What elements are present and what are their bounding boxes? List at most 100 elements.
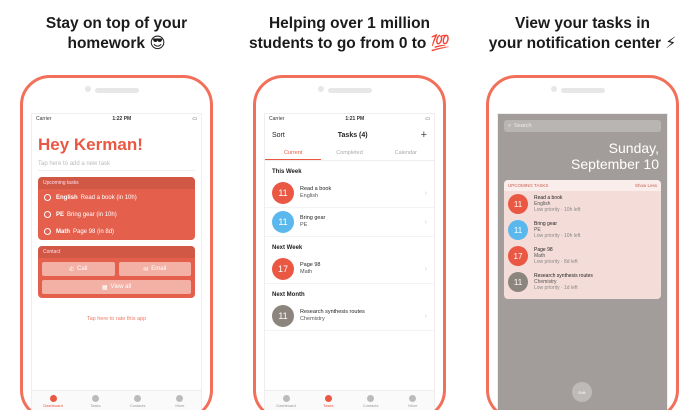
checkbox-icon[interactable]	[44, 228, 51, 235]
tasks-icon	[324, 395, 332, 402]
task-row[interactable]: 11 Research synthesis routes Chemistry ›	[265, 302, 434, 331]
nav-bar: Sort Tasks (4) +	[265, 123, 434, 147]
section-header: Next Week	[272, 245, 303, 251]
widget-task-row[interactable]: 17 Page 98 Math Low priority · 8d left	[504, 243, 661, 269]
upcoming-task-row[interactable]: English Read a book (in 10h)	[38, 189, 195, 206]
tasks-icon	[91, 395, 99, 402]
task-subject: English	[300, 193, 319, 199]
widget-title: UPCOMING TASKS	[508, 183, 549, 188]
segmented-control: Current Completed Calendar	[265, 147, 434, 161]
task-info: Read a book English	[300, 186, 425, 200]
search-input[interactable]: ⌕ Search	[504, 120, 661, 132]
tab-dashboard[interactable]: Dashboard	[265, 391, 307, 410]
phone-frame: Carrier 1:22 PM ▭ Hey Kerman! Tap here t…	[20, 75, 213, 410]
mail-icon: ✉	[143, 266, 149, 273]
tab-contacts[interactable]: Contacts	[117, 391, 159, 410]
email-button[interactable]: ✉ Email	[118, 262, 191, 276]
edit-button[interactable]: Edit	[572, 382, 592, 402]
task-title: Page 98	[300, 262, 321, 268]
call-label: Call	[77, 266, 88, 272]
dashboard-icon	[282, 395, 290, 402]
headline: Stay on top of your homework 😎	[45, 15, 188, 52]
task-info: Research synthesis routes Chemistry Low pr…	[534, 273, 657, 291]
tab-more[interactable]: More	[392, 391, 434, 410]
due-date-badge: 11	[508, 194, 528, 214]
tab-label: Tasks	[323, 403, 334, 408]
due-date-badge: 11	[272, 182, 294, 204]
clock: 1:21 PM	[345, 115, 365, 122]
contact-header: Contact	[38, 246, 195, 258]
segment-completed[interactable]: Completed	[321, 147, 377, 160]
speaker-icon	[95, 88, 139, 93]
task-subject: PE	[300, 222, 308, 228]
sort-button[interactable]: Sort	[272, 132, 285, 139]
battery-icon: ▭	[192, 115, 197, 122]
due-date-badge: 17	[508, 246, 528, 266]
widget-task-row[interactable]: 11 Research synthesis routes Chemistry Low …	[504, 269, 661, 295]
task-row[interactable]: 11 Read a book English ›	[265, 179, 434, 208]
widget-task-row[interactable]: 11 Bring gear PE Low priority · 10h left	[504, 217, 661, 243]
tab-dashboard[interactable]: Dashboard	[32, 391, 74, 410]
task-subject: PE	[56, 211, 65, 218]
contact-card: Contact ✆ Call ✉ Email ▦ View all	[38, 246, 195, 298]
section-header: This Week	[272, 169, 302, 175]
due-date-badge: 17	[272, 258, 294, 280]
task-row[interactable]: 11 Bring gear PE ›	[265, 208, 434, 237]
task-meta: Low priority · 1d left	[534, 285, 578, 291]
checkbox-icon[interactable]	[44, 211, 51, 218]
contacts-icon	[367, 395, 375, 402]
tab-more[interactable]: More	[159, 391, 201, 410]
task-meta: Low priority · 10h left	[534, 207, 581, 213]
upcoming-task-row[interactable]: Math Page 98 (in 8d)	[38, 223, 195, 240]
upcoming-widget: UPCOMING TASKS Show Less 11 Read a book En…	[504, 180, 661, 299]
tab-label: Contacts	[129, 403, 146, 408]
task-text: Page 98 (in 8d)	[73, 228, 115, 235]
view-all-label: View all	[110, 284, 132, 290]
phone-icon: ✆	[69, 266, 75, 273]
task-list: This Week 11 Read a book English › 11 Bring ge…	[265, 161, 434, 331]
task-info: Bring gear PE	[300, 215, 425, 229]
segment-current[interactable]: Current	[265, 147, 322, 160]
clock: 1:22 PM	[112, 115, 132, 122]
grid-icon: ▦	[101, 284, 108, 291]
phone-frame: Carrier 1:21 PM ▭ Sort Tasks (4) + Curre…	[253, 75, 446, 410]
chevron-right-icon: ›	[424, 189, 427, 197]
panel-widget: View your tasks in your notification cen…	[466, 0, 699, 410]
task-info: Page 98 Math	[300, 262, 425, 276]
dashboard-icon	[49, 395, 57, 402]
checkbox-icon[interactable]	[44, 194, 51, 201]
tab-tasks[interactable]: Tasks	[307, 391, 349, 410]
headline: Helping over 1 million students to go fr…	[249, 15, 450, 52]
widget-task-row[interactable]: 11 Read a book English Low priority · 10h l…	[504, 191, 661, 217]
add-task-button[interactable]: +	[421, 129, 427, 141]
dashboard-screen: Carrier 1:22 PM ▭ Hey Kerman! Tap here t…	[31, 113, 202, 410]
camera-icon	[318, 86, 324, 92]
tab-label: More	[175, 403, 185, 408]
tab-contacts[interactable]: Contacts	[350, 391, 392, 410]
tab-bar: Dashboard Tasks Contacts More	[32, 390, 201, 410]
show-less-button[interactable]: Show Less	[635, 183, 657, 188]
task-subject: Math	[300, 269, 313, 275]
greeting: Hey Kerman!	[38, 135, 143, 154]
tab-tasks[interactable]: Tasks	[74, 391, 116, 410]
due-date-badge: 11	[508, 272, 528, 292]
camera-icon	[85, 86, 91, 92]
upcoming-task-row[interactable]: PE Bring gear (in 10h)	[38, 206, 195, 223]
panel-tasks: Helping over 1 million students to go fr…	[233, 0, 466, 410]
search-icon: ⌕	[508, 122, 512, 129]
rate-app-link[interactable]: Tap here to rate this app	[32, 316, 201, 322]
tab-label: More	[408, 403, 418, 408]
task-info: Read a book English Low priority · 10h lef…	[534, 195, 657, 213]
segment-calendar[interactable]: Calendar	[378, 147, 434, 160]
contacts-icon	[134, 395, 142, 402]
tab-bar: Dashboard Tasks Contacts More	[265, 390, 434, 410]
task-title: Research synthesis routes	[300, 309, 365, 315]
call-button[interactable]: ✆ Call	[42, 262, 115, 276]
phone-frame: ⌕ Search Sunday, September 10 UPCOMING T…	[486, 75, 679, 410]
task-row[interactable]: 17 Page 98 Math ›	[265, 255, 434, 284]
add-task-input[interactable]: Tap here to add a new task	[38, 161, 195, 171]
page-title: Tasks (4)	[337, 131, 368, 139]
carrier: Carrier	[269, 115, 285, 122]
tab-label: Tasks	[90, 403, 101, 408]
view-all-button[interactable]: ▦ View all	[42, 280, 191, 294]
